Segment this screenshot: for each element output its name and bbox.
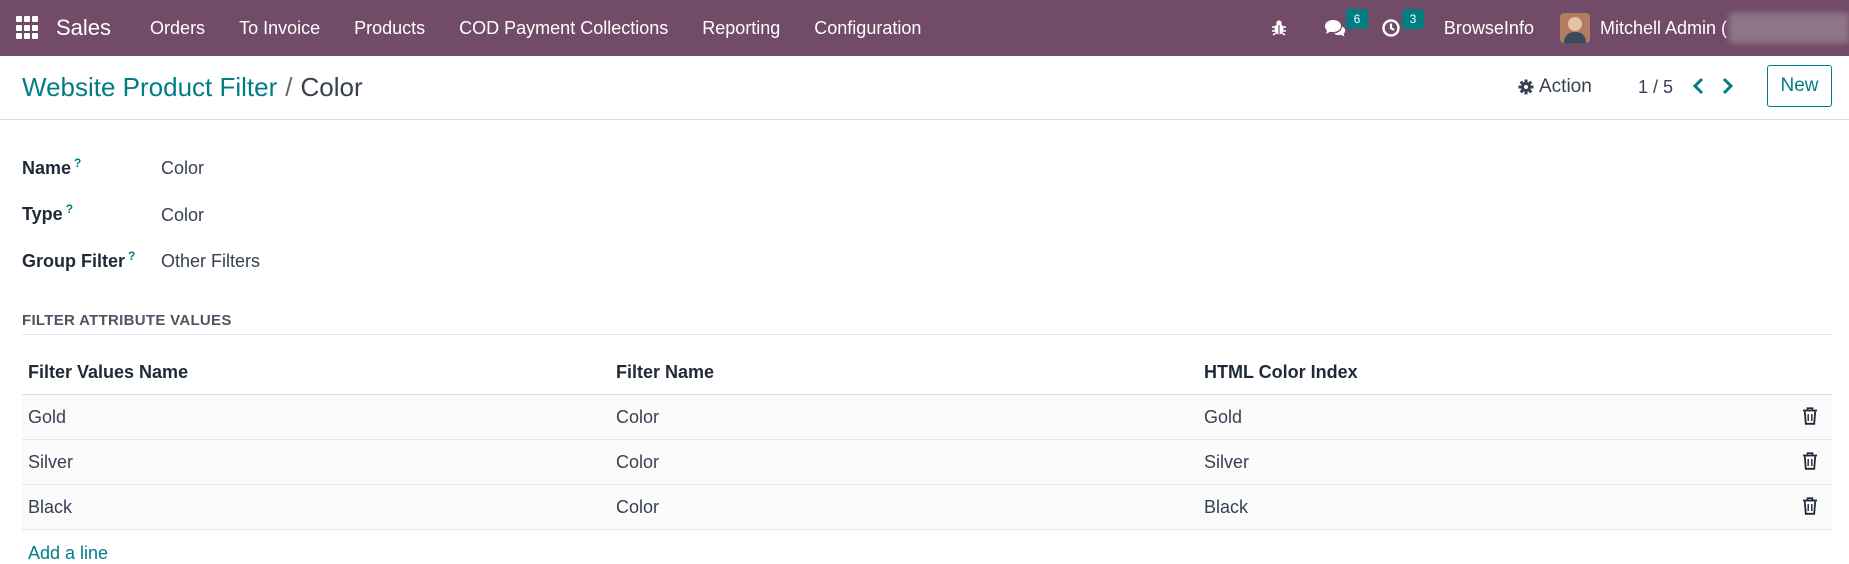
section-divider xyxy=(22,334,1832,335)
apps-grid-icon[interactable] xyxy=(16,16,40,40)
user-menu[interactable]: Mitchell Admin ( xyxy=(1600,18,1727,39)
breadcrumb-current: Color xyxy=(300,72,363,102)
type-label: Type? xyxy=(22,202,74,224)
column-html-color-index[interactable]: HTML Color Index xyxy=(1204,362,1358,383)
action-label: Action xyxy=(1539,76,1592,97)
bug-icon[interactable] xyxy=(1264,13,1294,43)
table-header: Filter Values Name Filter Name HTML Colo… xyxy=(22,352,1832,395)
cell-html-color-index[interactable]: Gold xyxy=(1204,407,1242,428)
breadcrumb-parent[interactable]: Website Product Filter xyxy=(22,72,277,102)
name-field[interactable]: Color xyxy=(161,158,204,179)
chat-icon[interactable]: 6 xyxy=(1320,9,1368,43)
redacted-area xyxy=(1729,13,1849,43)
name-help[interactable]: ? xyxy=(74,156,81,170)
menu-products[interactable]: Products xyxy=(337,0,442,56)
type-help[interactable]: ? xyxy=(66,202,73,216)
top-navbar: Sales Orders To Invoice Products COD Pay… xyxy=(0,0,1849,56)
filter-values-table: Filter Values Name Filter Name HTML Colo… xyxy=(22,352,1832,530)
cell-filter-name[interactable]: Color xyxy=(616,407,659,428)
type-field[interactable]: Color xyxy=(161,205,204,226)
menu-to-invoice[interactable]: To Invoice xyxy=(222,0,337,56)
activities-badge: 3 xyxy=(1401,9,1424,29)
trash-icon[interactable] xyxy=(1802,452,1818,475)
new-button[interactable]: New xyxy=(1767,65,1832,107)
gear-icon xyxy=(1518,79,1534,95)
company-switcher[interactable]: BrowseInfo xyxy=(1444,18,1534,39)
column-filter-name[interactable]: Filter Name xyxy=(616,362,714,383)
breadcrumb-separator: / xyxy=(285,72,293,102)
group-filter-label: Group Filter? xyxy=(22,249,136,271)
chevron-left-icon xyxy=(1692,77,1704,95)
control-panel: Website Product Filter / Color Action 1 / … xyxy=(0,56,1849,120)
pager-previous[interactable] xyxy=(1692,76,1706,101)
messages-badge: 6 xyxy=(1345,9,1368,29)
section-title: FILTER ATTRIBUTE VALUES xyxy=(22,312,232,329)
add-line-link[interactable]: Add a line xyxy=(28,543,108,564)
cell-html-color-index[interactable]: Silver xyxy=(1204,452,1249,473)
systray: 6 3 BrowseInfo Mitchell Admin ( xyxy=(1264,0,1849,56)
breadcrumb: Website Product Filter / Color xyxy=(22,72,363,103)
menu-cod-payment-collections[interactable]: COD Payment Collections xyxy=(442,0,685,56)
column-filter-values-name[interactable]: Filter Values Name xyxy=(28,362,188,383)
trash-icon[interactable] xyxy=(1802,407,1818,430)
app-name[interactable]: Sales xyxy=(56,15,111,41)
name-label: Name? xyxy=(22,156,82,178)
cell-filter-values-name[interactable]: Silver xyxy=(28,452,73,473)
cell-filter-values-name[interactable]: Black xyxy=(28,497,72,518)
table-row[interactable]: Black Color Black xyxy=(22,485,1832,530)
chevron-right-icon xyxy=(1722,77,1734,95)
avatar[interactable] xyxy=(1559,13,1590,43)
cell-html-color-index[interactable]: Black xyxy=(1204,497,1248,518)
menu-orders[interactable]: Orders xyxy=(133,0,222,56)
group-filter-help[interactable]: ? xyxy=(128,249,135,263)
menu-configuration[interactable]: Configuration xyxy=(797,0,938,56)
trash-icon[interactable] xyxy=(1802,497,1818,520)
pager-value[interactable]: 1 / 5 xyxy=(1638,77,1673,98)
cell-filter-name[interactable]: Color xyxy=(616,497,659,518)
clock-icon[interactable]: 3 xyxy=(1376,9,1424,43)
cell-filter-values-name[interactable]: Gold xyxy=(28,407,66,428)
action-button[interactable]: Action xyxy=(1518,76,1592,98)
menu-reporting[interactable]: Reporting xyxy=(685,0,797,56)
table-row[interactable]: Silver Color Silver xyxy=(22,440,1832,485)
group-filter-field[interactable]: Other Filters xyxy=(161,251,260,272)
pager-next[interactable] xyxy=(1720,76,1734,101)
cell-filter-name[interactable]: Color xyxy=(616,452,659,473)
table-row[interactable]: Gold Color Gold xyxy=(22,395,1832,440)
